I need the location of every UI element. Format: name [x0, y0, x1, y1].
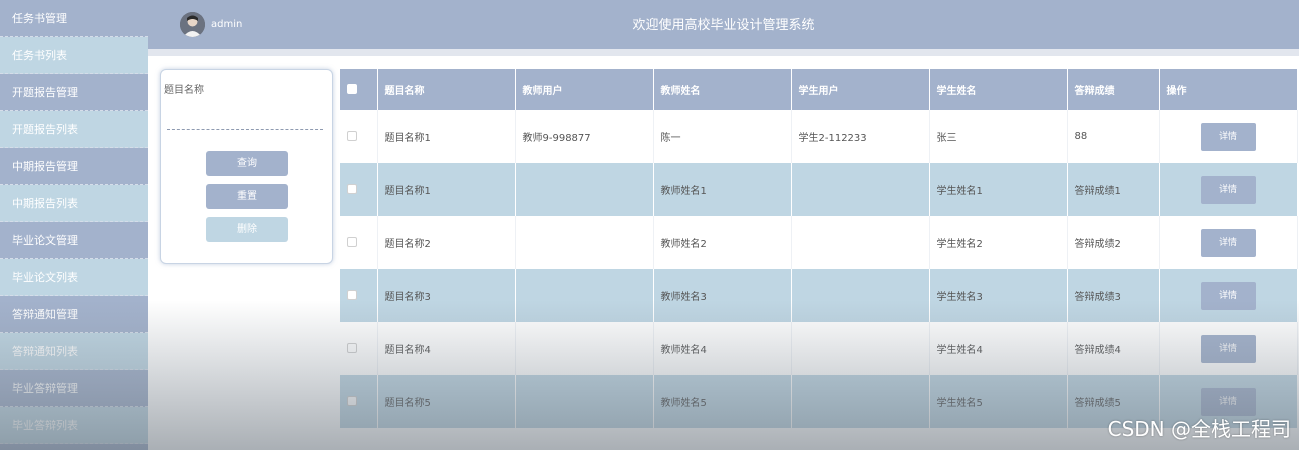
sidebar-item-proposal-management[interactable]: 开题报告管理: [0, 74, 148, 111]
row-checkbox[interactable]: [347, 184, 357, 194]
cell-student-name: 学生姓名3: [929, 269, 1068, 322]
table-header-row: 题目名称 教师用户 教师姓名 学生用户 学生姓名 答辩成绩 操作: [340, 69, 1298, 110]
cell-student-name: 张三: [929, 110, 1068, 163]
cell-actions: 详情: [1159, 322, 1298, 375]
detail-button[interactable]: 详情: [1200, 228, 1256, 257]
table-row: 题目名称3 教师姓名3 学生姓名3 答辩成绩3 详情: [340, 269, 1298, 322]
cell-score: 88: [1067, 110, 1160, 163]
sidebar-item-task-book-management[interactable]: 任务书管理: [0, 0, 148, 37]
sidebar-item-defense-management[interactable]: 毕业答辩管理: [0, 370, 148, 407]
cell-actions: 详情: [1159, 216, 1298, 269]
cell-teacher-user: [515, 216, 654, 269]
cell-student-name: 学生姓名1: [929, 163, 1068, 216]
sidebar-item-defense-list[interactable]: 毕业答辩列表: [0, 407, 148, 444]
cell-student-user: [791, 269, 930, 322]
row-checkbox[interactable]: [347, 396, 357, 406]
sidebar-item-midterm-management[interactable]: 中期报告管理: [0, 148, 148, 185]
delete-button[interactable]: 删除: [206, 217, 288, 242]
query-button[interactable]: 查询: [206, 151, 288, 176]
detail-button[interactable]: 详情: [1200, 387, 1256, 416]
row-checkbox[interactable]: [347, 131, 357, 141]
cell-title: 题目名称5: [377, 375, 516, 428]
defense-table: 题目名称 教师用户 教师姓名 学生用户 学生姓名 答辩成绩 操作 题目名称1 教…: [340, 69, 1298, 428]
column-header-actions: 操作: [1159, 69, 1298, 110]
cell-actions: 详情: [1159, 269, 1298, 322]
sidebar-item-proposal-list[interactable]: 开题报告列表: [0, 111, 148, 148]
sidebar-item-midterm-list[interactable]: 中期报告列表: [0, 185, 148, 222]
sidebar-item-thesis-list[interactable]: 毕业论文列表: [0, 259, 148, 296]
cell-student-user: [791, 322, 930, 375]
top-header: admin 欢迎使用高校毕业设计管理系统: [148, 0, 1299, 49]
table-row: 题目名称4 教师姓名4 学生姓名4 答辩成绩4 详情: [340, 322, 1298, 375]
sidebar: 任务书管理 任务书列表 开题报告管理 开题报告列表 中期报告管理 中期报告列表 …: [0, 0, 148, 450]
cell-student-name: 学生姓名2: [929, 216, 1068, 269]
cell-score: 答辩成绩3: [1067, 269, 1160, 322]
cell-student-name: 学生姓名5: [929, 375, 1068, 428]
watermark: CSDN @全栈工程司: [1107, 417, 1291, 441]
cell-title: 题目名称1: [377, 163, 516, 216]
cell-score: 答辩成绩2: [1067, 216, 1160, 269]
cell-title: 题目名称1: [377, 110, 516, 163]
sidebar-item-thesis-management[interactable]: 毕业论文管理: [0, 222, 148, 259]
cell-actions: 详情: [1159, 163, 1298, 216]
cell-teacher-user: 教师9-998877: [515, 110, 654, 163]
cell-student-name: 学生姓名4: [929, 322, 1068, 375]
cell-actions: 详情: [1159, 110, 1298, 163]
column-header-student-user: 学生用户: [791, 69, 930, 110]
column-header-teacher-user: 教师用户: [515, 69, 654, 110]
page-title: 欢迎使用高校毕业设计管理系统: [632, 18, 815, 33]
title-search-input[interactable]: [167, 110, 323, 130]
cell-teacher-name: 教师姓名3: [653, 269, 792, 322]
header-divider: [148, 49, 1299, 56]
search-field-label: 题目名称: [164, 85, 204, 96]
column-header-title: 题目名称: [377, 69, 516, 110]
detail-button[interactable]: 详情: [1200, 334, 1256, 363]
row-checkbox[interactable]: [347, 237, 357, 247]
cell-teacher-name: 教师姓名1: [653, 163, 792, 216]
cell-teacher-user: [515, 375, 654, 428]
cell-teacher-name: 陈一: [653, 110, 792, 163]
row-checkbox[interactable]: [347, 343, 357, 353]
cell-teacher-name: 教师姓名4: [653, 322, 792, 375]
select-all-checkbox[interactable]: [347, 84, 357, 94]
sidebar-item-defense-notice-list[interactable]: 答辩通知列表: [0, 333, 148, 370]
cell-title: 题目名称4: [377, 322, 516, 375]
cell-title: 题目名称3: [377, 269, 516, 322]
table-row: 题目名称2 教师姓名2 学生姓名2 答辩成绩2 详情: [340, 216, 1298, 269]
search-panel: 题目名称 查询 重置 删除: [160, 69, 333, 264]
table-row: 题目名称1 教师9-998877 陈一 学生2-112233 张三 88 详情: [340, 110, 1298, 163]
column-header-student-name: 学生姓名: [929, 69, 1068, 110]
cell-student-user: [791, 163, 930, 216]
cell-teacher-user: [515, 322, 654, 375]
row-checkbox[interactable]: [347, 290, 357, 300]
cell-teacher-name: 教师姓名5: [653, 375, 792, 428]
cell-teacher-user: [515, 163, 654, 216]
reset-button[interactable]: 重置: [206, 184, 288, 209]
cell-student-user: [791, 375, 930, 428]
column-header-teacher-name: 教师姓名: [653, 69, 792, 110]
cell-student-user: [791, 216, 930, 269]
sidebar-item-task-book-list[interactable]: 任务书列表: [0, 37, 148, 74]
detail-button[interactable]: 详情: [1200, 175, 1256, 204]
cell-student-user: 学生2-112233: [791, 110, 930, 163]
table-row: 题目名称1 教师姓名1 学生姓名1 答辩成绩1 详情: [340, 163, 1298, 216]
cell-teacher-name: 教师姓名2: [653, 216, 792, 269]
detail-button[interactable]: 详情: [1200, 281, 1256, 310]
sidebar-item-defense-notice-management[interactable]: 答辩通知管理: [0, 296, 148, 333]
select-all-cell: [340, 69, 378, 110]
detail-button[interactable]: 详情: [1200, 122, 1256, 151]
cell-teacher-user: [515, 269, 654, 322]
cell-score: 答辩成绩1: [1067, 163, 1160, 216]
cell-score: 答辩成绩4: [1067, 322, 1160, 375]
column-header-score: 答辩成绩: [1067, 69, 1160, 110]
cell-title: 题目名称2: [377, 216, 516, 269]
